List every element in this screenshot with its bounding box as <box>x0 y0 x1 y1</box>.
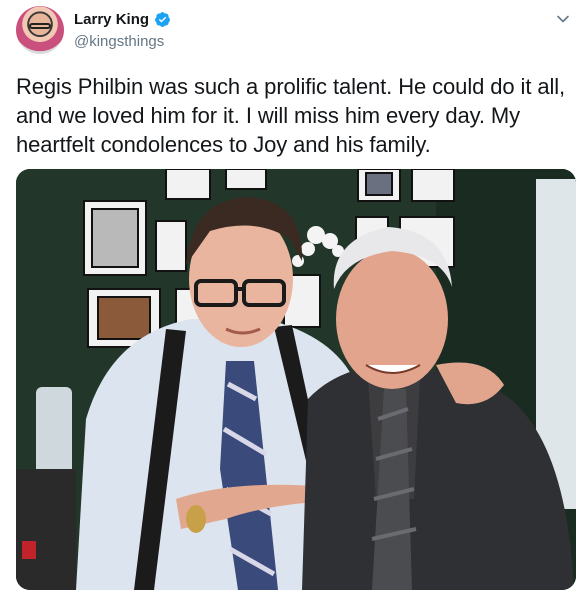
author-row: Larry King <box>74 11 171 28</box>
photo-illustration <box>16 169 576 590</box>
chevron-down-icon[interactable] <box>556 12 570 26</box>
tweet-text: Regis Philbin was such a prolific talent… <box>16 74 566 157</box>
avatar[interactable] <box>16 6 64 54</box>
author-handle[interactable]: @kingsthings <box>74 33 164 50</box>
avatar-glasses <box>29 23 51 29</box>
author-name[interactable]: Larry King <box>74 11 149 28</box>
verified-badge-icon <box>155 12 170 27</box>
tweet-photo[interactable] <box>16 169 576 590</box>
tweet-card: Larry King @kingsthings Regis Philbin wa… <box>0 0 586 600</box>
